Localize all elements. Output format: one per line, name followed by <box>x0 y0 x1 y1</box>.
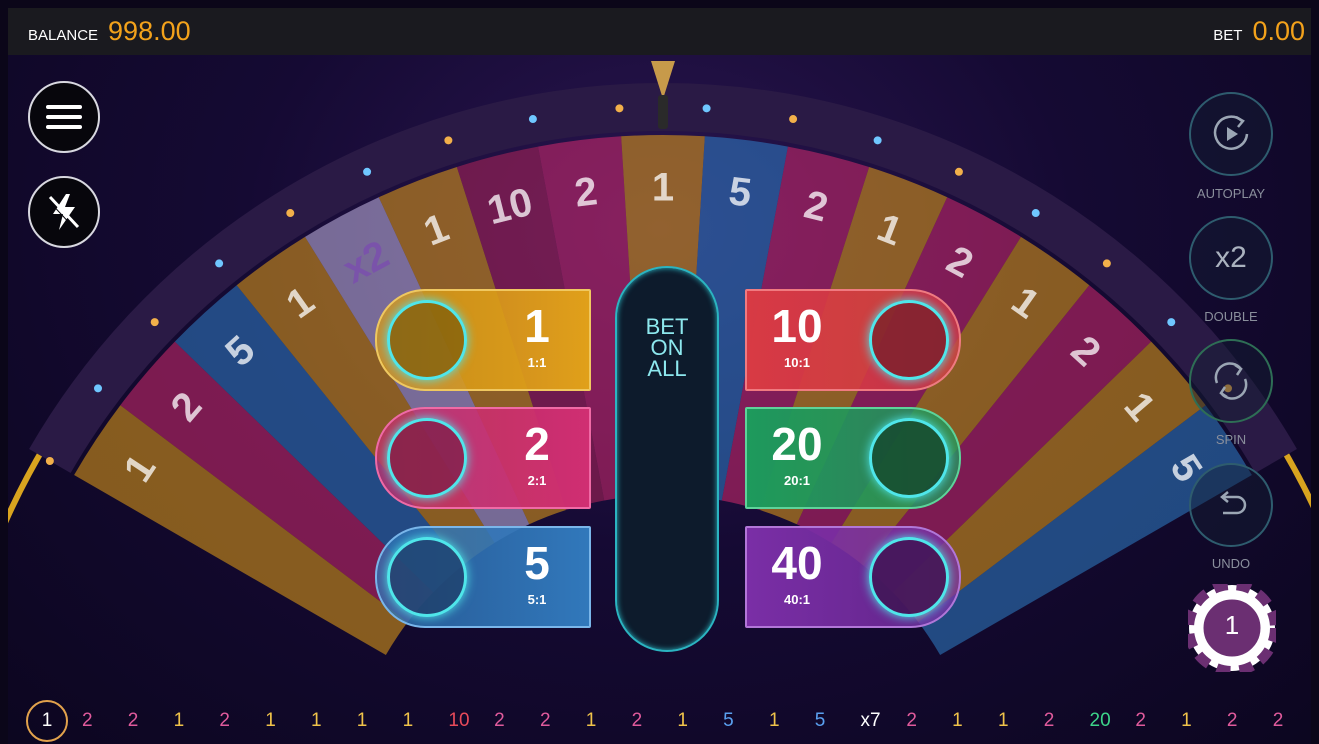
bet-2[interactable]: 2 2:1 <box>375 407 591 509</box>
bet-20-number: 20 <box>771 418 823 470</box>
history-item: 1 <box>402 710 414 731</box>
chip-selector[interactable]: 1 <box>1184 580 1280 676</box>
bet-40-number: 40 <box>771 537 823 589</box>
history-item: 1 <box>585 710 597 731</box>
bet-on-all-button[interactable]: BET ON ALL <box>615 266 719 652</box>
bet-label: BET <box>1213 27 1243 44</box>
balance-value: 998.00 <box>108 16 191 46</box>
history-item: 2 <box>631 710 643 731</box>
undo-button[interactable] <box>1189 463 1273 547</box>
history-item: 1 <box>310 710 322 731</box>
wheel-light <box>286 209 295 218</box>
bet-20-chip-slot[interactable] <box>869 418 949 498</box>
menu-button[interactable] <box>28 81 100 153</box>
history-item: 2 <box>82 710 93 731</box>
spin-button[interactable] <box>1189 339 1273 423</box>
bet-10-odds: 10:1 <box>783 355 811 370</box>
wheel-pointer-stem <box>658 95 668 129</box>
bet-1[interactable]: 1 1:1 <box>375 289 591 391</box>
chip-value: 1 <box>1224 610 1240 640</box>
spin-icon <box>1214 362 1248 400</box>
history-item: 2 <box>1135 710 1146 731</box>
game-frame: BALANCE 998.00 BET 0.00 1 2 5 1 x2 1 10 2 1 5 2 1 2 1… <box>8 8 1311 744</box>
wheel-light <box>1031 209 1040 218</box>
bet-on-all-label: BET ON ALL <box>645 314 689 381</box>
history-item: 2 <box>1043 710 1055 731</box>
wheel-light <box>615 104 624 113</box>
history-item: 2 <box>539 710 551 731</box>
bet-5-number: 5 <box>524 537 550 589</box>
top-bar: BALANCE 998.00 BET 0.00 <box>8 8 1311 55</box>
wheel-light <box>363 167 372 176</box>
bet-2-number: 2 <box>524 418 550 470</box>
bet-40-chip-slot[interactable] <box>869 537 949 617</box>
bet-10[interactable]: 10 10:1 <box>745 289 961 391</box>
history-item: 5 <box>814 710 826 731</box>
bet-5-chip-slot[interactable] <box>387 537 467 617</box>
history-item: 2 <box>127 710 139 731</box>
bet-2-odds: 2:1 <box>527 473 547 488</box>
history-item: 2 <box>494 710 505 731</box>
bet-2-chip-slot[interactable] <box>387 418 467 498</box>
double-icon: x2 <box>1215 241 1247 274</box>
bet-10-chip-slot[interactable] <box>869 300 949 380</box>
autoplay-icon <box>1213 115 1249 150</box>
results-history: 1 2 2 1 2 1 1 1 1 10 2 2 1 2 1 5 1 5 x7 2 1 1 2 20 2 1 2 2 <box>8 698 1311 744</box>
bet-5-odds: 5:1 <box>527 592 547 607</box>
wheel-light <box>45 457 54 465</box>
bet-40-odds: 40:1 <box>783 592 811 607</box>
undo-label: UNDO <box>1211 556 1251 571</box>
history-item: 2 <box>219 710 230 731</box>
history-item: x7 <box>860 710 881 731</box>
wheel-light <box>215 259 224 268</box>
wheel-light <box>873 136 882 145</box>
wheel-segment-label: 1 <box>652 166 674 210</box>
history-item: 1 <box>677 710 688 731</box>
history-item: 1 <box>1181 710 1192 731</box>
double-label: DOUBLE <box>1204 309 1258 324</box>
wheel-light <box>954 167 963 176</box>
history-current: 1 <box>26 700 68 742</box>
bet-40[interactable]: 40 40:1 <box>745 526 961 628</box>
bet-20[interactable]: 20 20:1 <box>745 407 961 509</box>
spin-label: SPIN <box>1215 432 1247 447</box>
balance-group: BALANCE 998.00 <box>28 16 191 47</box>
undo-icon <box>1220 491 1247 515</box>
history-item: 20 <box>1089 710 1111 731</box>
wheel-light <box>1167 318 1176 327</box>
history-item: 10 <box>448 710 470 731</box>
bet-10-number: 10 <box>771 300 823 352</box>
menu-icon <box>46 99 82 135</box>
bet-1-number: 1 <box>524 300 550 352</box>
history-item: 1 <box>356 710 368 731</box>
bet-5[interactable]: 5 5:1 <box>375 526 591 628</box>
balance-label: BALANCE <box>28 27 99 44</box>
double-button[interactable]: x2 <box>1189 216 1273 300</box>
history-item: 1 <box>265 710 276 731</box>
wheel-light <box>702 104 711 113</box>
bet-group: BET 0.00 <box>1213 16 1305 47</box>
turbo-button[interactable] <box>28 176 100 248</box>
autoplay-button[interactable] <box>1189 92 1273 176</box>
bet-1-chip-slot[interactable] <box>387 300 467 380</box>
history-item: 2 <box>1272 710 1284 731</box>
history-item: 2 <box>906 710 917 731</box>
autoplay-label: AUTOPLAY <box>1196 186 1266 201</box>
history-item: 1 <box>952 710 963 731</box>
history-item: 2 <box>1226 710 1238 731</box>
bet-1-odds: 1:1 <box>527 355 547 370</box>
history-item: 1 <box>768 710 780 731</box>
history-item: 1 <box>997 710 1009 731</box>
wheel-light <box>150 318 159 327</box>
wheel-light <box>789 115 798 124</box>
wheel-light <box>94 384 103 393</box>
turbo-off-icon <box>46 194 80 230</box>
bet-value: 0.00 <box>1252 16 1305 46</box>
bet-20-odds: 20:1 <box>783 473 811 488</box>
wheel-light <box>528 115 537 124</box>
history-item: 5 <box>723 710 734 731</box>
history-item: 1 <box>173 710 185 731</box>
wheel-light <box>1102 259 1111 268</box>
wheel-light <box>444 136 453 145</box>
